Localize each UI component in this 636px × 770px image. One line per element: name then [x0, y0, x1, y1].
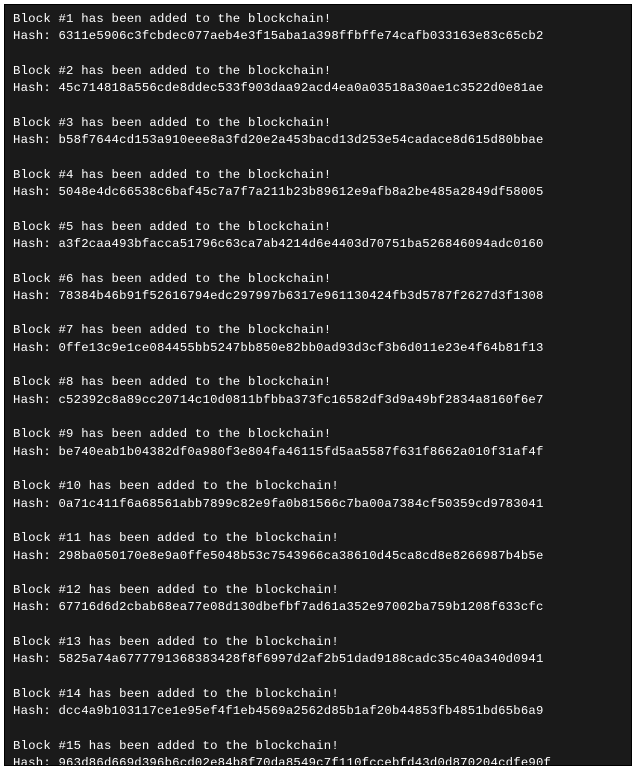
block-added-line: Block #11 has been added to the blockcha…	[13, 530, 623, 547]
block-hash-line: Hash: 298ba050170e8e9a0ffe5048b53c754396…	[13, 548, 623, 565]
block-hash-line: Hash: c52392c8a89cc20714c10d0811bfbba373…	[13, 392, 623, 409]
block-entry: Block #8 has been added to the blockchai…	[13, 374, 623, 409]
block-entry: Block #15 has been added to the blockcha…	[13, 738, 623, 766]
block-added-line: Block #7 has been added to the blockchai…	[13, 322, 623, 339]
block-added-line: Block #15 has been added to the blockcha…	[13, 738, 623, 755]
block-entry: Block #10 has been added to the blockcha…	[13, 478, 623, 513]
block-entry: Block #13 has been added to the blockcha…	[13, 634, 623, 669]
block-added-line: Block #4 has been added to the blockchai…	[13, 167, 623, 184]
block-hash-line: Hash: 0a71c411f6a68561abb7899c82e9fa0b81…	[13, 496, 623, 513]
block-added-line: Block #5 has been added to the blockchai…	[13, 219, 623, 236]
block-hash-line: Hash: 6311e5906c3fcbdec077aeb4e3f15aba1a…	[13, 28, 623, 45]
block-added-line: Block #1 has been added to the blockchai…	[13, 11, 623, 28]
block-entry: Block #12 has been added to the blockcha…	[13, 582, 623, 617]
block-entry: Block #1 has been added to the blockchai…	[13, 11, 623, 46]
block-added-line: Block #14 has been added to the blockcha…	[13, 686, 623, 703]
block-added-line: Block #13 has been added to the blockcha…	[13, 634, 623, 651]
block-added-line: Block #8 has been added to the blockchai…	[13, 374, 623, 391]
block-hash-line: Hash: 5825a74a6777791368383428f8f6997d2a…	[13, 651, 623, 668]
block-hash-line: Hash: 78384b46b91f52616794edc297997b6317…	[13, 288, 623, 305]
block-hash-line: Hash: dcc4a9b103117ce1e95ef4f1eb4569a256…	[13, 703, 623, 720]
block-hash-line: Hash: a3f2caa493bfacca51796c63ca7ab4214d…	[13, 236, 623, 253]
block-hash-line: Hash: 963d86d669d396b6cd02e84b8f70da8549…	[13, 755, 623, 766]
block-hash-line: Hash: b58f7644cd153a910eee8a3fd20e2a453b…	[13, 132, 623, 149]
block-added-line: Block #2 has been added to the blockchai…	[13, 63, 623, 80]
block-hash-line: Hash: 45c714818a556cde8ddec533f903daa92a…	[13, 80, 623, 97]
terminal-output: Block #1 has been added to the blockchai…	[4, 4, 632, 766]
block-entry: Block #2 has been added to the blockchai…	[13, 63, 623, 98]
block-entry: Block #5 has been added to the blockchai…	[13, 219, 623, 254]
block-added-line: Block #12 has been added to the blockcha…	[13, 582, 623, 599]
block-entry: Block #11 has been added to the blockcha…	[13, 530, 623, 565]
block-added-line: Block #6 has been added to the blockchai…	[13, 271, 623, 288]
block-entry: Block #14 has been added to the blockcha…	[13, 686, 623, 721]
block-entry: Block #4 has been added to the blockchai…	[13, 167, 623, 202]
block-hash-line: Hash: 67716d6d2cbab68ea77e08d130dbefbf7a…	[13, 599, 623, 616]
block-entry: Block #3 has been added to the blockchai…	[13, 115, 623, 150]
block-hash-line: Hash: 5048e4dc66538c6baf45c7a7f7a211b23b…	[13, 184, 623, 201]
block-hash-line: Hash: be740eab1b04382df0a980f3e804fa4611…	[13, 444, 623, 461]
block-entry: Block #9 has been added to the blockchai…	[13, 426, 623, 461]
block-entry: Block #7 has been added to the blockchai…	[13, 322, 623, 357]
block-added-line: Block #10 has been added to the blockcha…	[13, 478, 623, 495]
block-entry: Block #6 has been added to the blockchai…	[13, 271, 623, 306]
block-hash-line: Hash: 0ffe13c9e1ce084455bb5247bb850e82bb…	[13, 340, 623, 357]
block-added-line: Block #9 has been added to the blockchai…	[13, 426, 623, 443]
block-added-line: Block #3 has been added to the blockchai…	[13, 115, 623, 132]
